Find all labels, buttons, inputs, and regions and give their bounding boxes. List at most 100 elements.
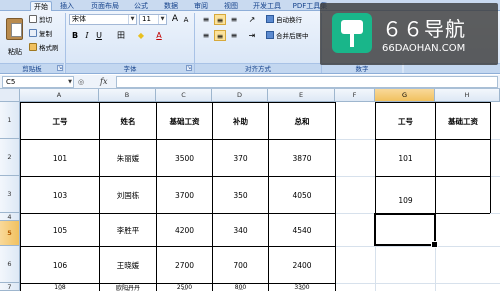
table-cell[interactable]: 370: [213, 140, 268, 176]
tab-data[interactable]: 数据: [160, 1, 182, 11]
align-center-button[interactable]: ≡: [214, 30, 226, 41]
wrap-text-icon: [266, 15, 274, 23]
row-header-4[interactable]: 4: [0, 213, 20, 221]
table-cell[interactable]: 700: [213, 247, 268, 283]
column-header-e[interactable]: E: [268, 89, 335, 102]
merge-center-button[interactable]: 合并后居中: [266, 31, 314, 42]
font-size-value: 11: [142, 15, 151, 23]
function-icon: fx: [100, 77, 108, 86]
table-cell[interactable]: 刘国栋: [100, 177, 156, 213]
lookup-header-cell[interactable]: 基础工资: [436, 103, 490, 139]
table-cell[interactable]: 103: [21, 177, 99, 213]
table-cell[interactable]: 350: [213, 177, 268, 213]
fill-bucket-icon: ◆: [137, 31, 145, 40]
font-launcher-icon[interactable]: ↘: [186, 65, 192, 71]
fill-color-button[interactable]: ◆: [134, 30, 148, 41]
table-header-cell[interactable]: 姓名: [100, 103, 156, 139]
row-header-5[interactable]: 5: [0, 221, 20, 246]
formula-input[interactable]: [116, 76, 498, 88]
table-cell[interactable]: 3500: [157, 140, 212, 176]
row-header-1[interactable]: 1: [0, 102, 20, 139]
table-cell[interactable]: 3700: [157, 177, 212, 213]
column-header-d[interactable]: D: [212, 89, 268, 102]
name-box-value: C5: [6, 78, 16, 86]
tab-home[interactable]: 开始: [30, 1, 52, 11]
align-bottom-button[interactable]: ≡: [228, 14, 240, 25]
table-header-cell[interactable]: 总和: [269, 103, 335, 139]
table-cell[interactable]: 2700: [157, 247, 212, 283]
lookup-cell[interactable]: 101: [376, 140, 435, 176]
table-cell[interactable]: 4200: [157, 214, 212, 246]
select-all-corner[interactable]: [0, 89, 20, 102]
copy-icon: [29, 29, 37, 37]
table-cell[interactable]: 2400: [269, 247, 335, 283]
lookup-header-cell[interactable]: 工号: [376, 103, 435, 139]
align-top-button[interactable]: ≡: [200, 14, 212, 25]
table-cell[interactable]: 王晓媛: [100, 247, 156, 283]
table-header-cell[interactable]: 补助: [213, 103, 268, 139]
column-header-c[interactable]: C: [156, 89, 212, 102]
column-header-g[interactable]: G: [375, 89, 435, 102]
insert-function-button[interactable]: fx: [100, 76, 114, 88]
underline-button[interactable]: U: [94, 30, 104, 41]
name-box[interactable]: C5 ▼: [2, 76, 74, 88]
row-header-2[interactable]: 2: [0, 139, 20, 176]
row-header-3[interactable]: 3: [0, 176, 20, 213]
table-cell[interactable]: 朱丽媛: [100, 140, 156, 176]
tab-page-layout[interactable]: 页面布局: [86, 1, 124, 11]
align-middle-button[interactable]: ≡: [214, 14, 226, 25]
table-header-cell[interactable]: 工号: [21, 103, 99, 139]
font-color-button[interactable]: A: [152, 30, 166, 41]
tab-insert[interactable]: 插入: [56, 1, 78, 11]
row-header-6[interactable]: 6: [0, 246, 20, 283]
watermark-banner: ６６导航 66DAOHAN.COM: [320, 3, 498, 65]
active-cell-selection[interactable]: [374, 213, 438, 248]
align-left-button[interactable]: ≡: [200, 30, 212, 41]
align-left-icon: ≡: [202, 31, 210, 40]
formula-controls: ◎: [78, 78, 85, 86]
format-painter-button[interactable]: 格式刷: [29, 43, 59, 53]
grow-font-button[interactable]: A: [170, 14, 180, 25]
font-name-combo[interactable]: 宋体 ▼: [69, 14, 137, 25]
tab-view[interactable]: 视图: [220, 1, 242, 11]
table-cell[interactable]: 105: [21, 214, 99, 246]
orientation-button[interactable]: ↗: [244, 14, 260, 25]
orientation-icon: ↗: [248, 15, 256, 24]
column-header-f[interactable]: F: [335, 89, 375, 102]
table-cell[interactable]: 3870: [269, 140, 335, 176]
lookup-cell[interactable]: 109: [376, 186, 435, 214]
column-header-a[interactable]: A: [20, 89, 99, 102]
formula-bar: C5 ▼ ◎ fx: [0, 75, 500, 89]
clipboard-launcher-icon[interactable]: ↘: [57, 65, 63, 71]
column-header-h[interactable]: H: [435, 89, 500, 102]
indent-button[interactable]: ⇥: [244, 30, 260, 41]
bold-button[interactable]: B: [70, 30, 80, 41]
signpost-logo-icon: [332, 13, 372, 53]
copy-button[interactable]: 复制: [29, 29, 52, 39]
lookup-cell[interactable]: [436, 140, 490, 176]
underline-icon: U: [96, 31, 102, 40]
watermark-title: ６６导航: [382, 17, 466, 41]
column-header-b[interactable]: B: [99, 89, 156, 102]
table-cell[interactable]: 106: [21, 247, 99, 283]
table-cell[interactable]: 101: [21, 140, 99, 176]
bold-icon: B: [71, 31, 79, 40]
table-cell[interactable]: 4540: [269, 214, 335, 246]
tab-review[interactable]: 审阅: [190, 1, 212, 11]
lookup-cell[interactable]: [436, 186, 490, 212]
table-cell[interactable]: 340: [213, 214, 268, 246]
table-cell[interactable]: 李胜平: [100, 214, 156, 246]
shrink-font-button[interactable]: A: [181, 15, 191, 26]
wrap-text-button[interactable]: 自动换行: [266, 15, 314, 26]
font-size-combo[interactable]: 11 ▼: [139, 14, 167, 25]
paste-button[interactable]: 粘贴: [3, 14, 27, 60]
align-right-button[interactable]: ≡: [228, 30, 240, 41]
table-header-cell[interactable]: 基础工资: [157, 103, 212, 139]
borders-button[interactable]: 田: [114, 30, 128, 41]
cut-button[interactable]: 剪切: [29, 15, 52, 25]
tab-formulas[interactable]: 公式: [130, 1, 152, 11]
row-header-7[interactable]: 7: [0, 283, 20, 291]
tab-developer[interactable]: 开发工具: [250, 1, 284, 11]
italic-button[interactable]: I: [82, 30, 92, 41]
table-cell[interactable]: 4050: [269, 177, 335, 213]
